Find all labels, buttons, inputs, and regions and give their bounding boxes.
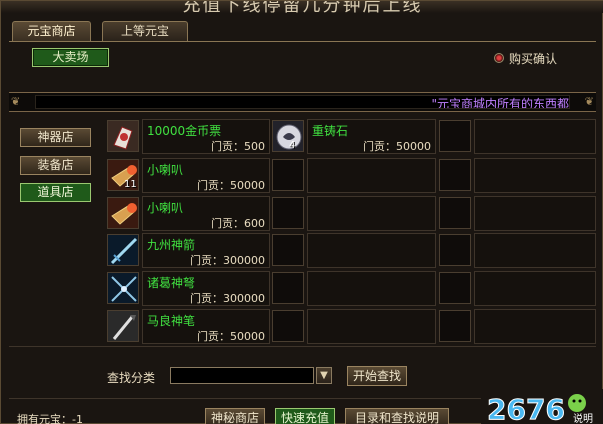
arrow-icon[interactable]: [107, 234, 139, 266]
item-price: 门贡：600: [211, 217, 265, 230]
catalog-help-button[interactable]: 目录和查找说明: [345, 408, 449, 424]
tab-yuanbao-shop[interactable]: 元宝商店: [12, 21, 91, 41]
site-watermark-logo: 2676 说明: [481, 389, 603, 424]
item-cell[interactable]: 10000金币票门贡：500: [142, 119, 270, 154]
horn-icon[interactable]: [107, 197, 139, 229]
item-name: 九州神箭: [147, 238, 196, 252]
side-tab-artifact-shop[interactable]: 神器店: [20, 128, 91, 147]
empty-slot-icon[interactable]: [439, 272, 471, 304]
empty-slot-icon[interactable]: [272, 272, 304, 304]
item-cell[interactable]: 小喇叭门贡：600: [142, 196, 270, 231]
item-name: 小喇叭: [147, 163, 184, 177]
empty-slot-icon[interactable]: [439, 120, 471, 152]
dropdown-chevron-icon[interactable]: ▼: [316, 367, 332, 384]
item-name: 马良神笔: [147, 314, 196, 328]
horn-icon[interactable]: 11: [107, 159, 139, 191]
mystery-shop-button[interactable]: 神秘商店: [205, 408, 265, 424]
item-name: 10000金币票: [147, 124, 222, 138]
crossbow-icon[interactable]: [107, 272, 139, 304]
empty-item-cell[interactable]: [307, 158, 436, 193]
start-search-button[interactable]: 开始查找: [347, 366, 407, 386]
side-tab-equipment-shop[interactable]: 装备店: [20, 156, 91, 175]
tab-premium-yuanbao[interactable]: 上等元宝: [102, 21, 188, 41]
item-price: 门贡：50000: [197, 330, 265, 343]
radio-indicator-icon: [494, 53, 504, 63]
quick-recharge-button[interactable]: 快速充值: [275, 408, 335, 424]
item-price: 门贡：300000: [190, 254, 265, 267]
empty-slot-icon[interactable]: [272, 234, 304, 266]
search-category-label: 查找分类: [107, 371, 156, 385]
empty-item-cell[interactable]: [474, 196, 596, 231]
stack-count: 11: [124, 179, 137, 190]
search-input[interactable]: [170, 367, 314, 384]
item-name: 重铸石: [312, 124, 349, 138]
item-name: 小喇叭: [147, 201, 184, 215]
window-title: 充值下线停留几分钟后上线: [182, 1, 423, 13]
purchase-confirm-label: 购买确认: [509, 51, 558, 66]
stack-count: 4: [289, 140, 296, 151]
announcement-text: "元宝商城内所有的东西都: [431, 97, 569, 109]
empty-item-cell[interactable]: [474, 119, 596, 154]
item-cell[interactable]: 诸葛神弩门贡：300000: [142, 271, 270, 306]
brush-icon[interactable]: [107, 310, 139, 342]
purchase-confirm-toggle[interactable]: 购买确认: [494, 51, 558, 66]
market-button[interactable]: 大卖场: [32, 48, 109, 67]
divider: [9, 346, 596, 347]
watermark-digits: 2676: [487, 393, 565, 424]
yuanbao-balance: 拥有元宝：-1: [17, 413, 83, 424]
recast-stone-icon[interactable]: 4: [272, 120, 304, 152]
empty-slot-icon[interactable]: [272, 197, 304, 229]
title-bar: 充值下线停留几分钟后上线: [1, 1, 603, 13]
tab-divider: [9, 41, 596, 42]
empty-item-cell[interactable]: [307, 309, 436, 344]
empty-item-cell[interactable]: [307, 233, 436, 268]
side-tab-item-shop[interactable]: 道具店: [20, 183, 91, 202]
watermark-sub: 说明: [573, 412, 593, 424]
empty-item-cell[interactable]: [307, 196, 436, 231]
empty-item-cell[interactable]: [307, 271, 436, 306]
empty-slot-icon[interactable]: [272, 310, 304, 342]
empty-item-cell[interactable]: [474, 158, 596, 193]
empty-item-cell[interactable]: [474, 233, 596, 268]
item-cell[interactable]: 重铸石门贡：50000: [307, 119, 436, 154]
empty-slot-icon[interactable]: [439, 310, 471, 342]
empty-slot-icon[interactable]: [439, 159, 471, 191]
item-cell[interactable]: 小喇叭 门贡：50000: [142, 158, 270, 193]
empty-item-cell[interactable]: [474, 309, 596, 344]
announcement-banner: ❦ "元宝商城内所有的东西都 ❦: [9, 92, 596, 112]
banner-ornament-right-icon: ❦: [584, 95, 594, 108]
item-price: 门贡：500: [211, 140, 265, 153]
gold-ticket-icon[interactable]: [107, 120, 139, 152]
item-price: 门贡：50000: [363, 140, 431, 153]
empty-slot-icon[interactable]: [439, 234, 471, 266]
item-name: 诸葛神弩: [147, 276, 196, 290]
banner-ornament-left-icon: ❦: [11, 95, 21, 108]
item-price: 门贡：50000: [197, 179, 265, 192]
item-cell[interactable]: 九州神箭门贡：300000: [142, 233, 270, 268]
empty-slot-icon[interactable]: [439, 197, 471, 229]
shop-window: 充值下线停留几分钟后上线 元宝商店 上等元宝 大卖场 购买确认 ❦ "元宝商城内…: [0, 0, 603, 424]
item-cell[interactable]: 马良神笔 门贡：50000: [142, 309, 270, 344]
item-price: 门贡：300000: [190, 292, 265, 305]
empty-item-cell[interactable]: [474, 271, 596, 306]
empty-slot-icon[interactable]: [272, 159, 304, 191]
